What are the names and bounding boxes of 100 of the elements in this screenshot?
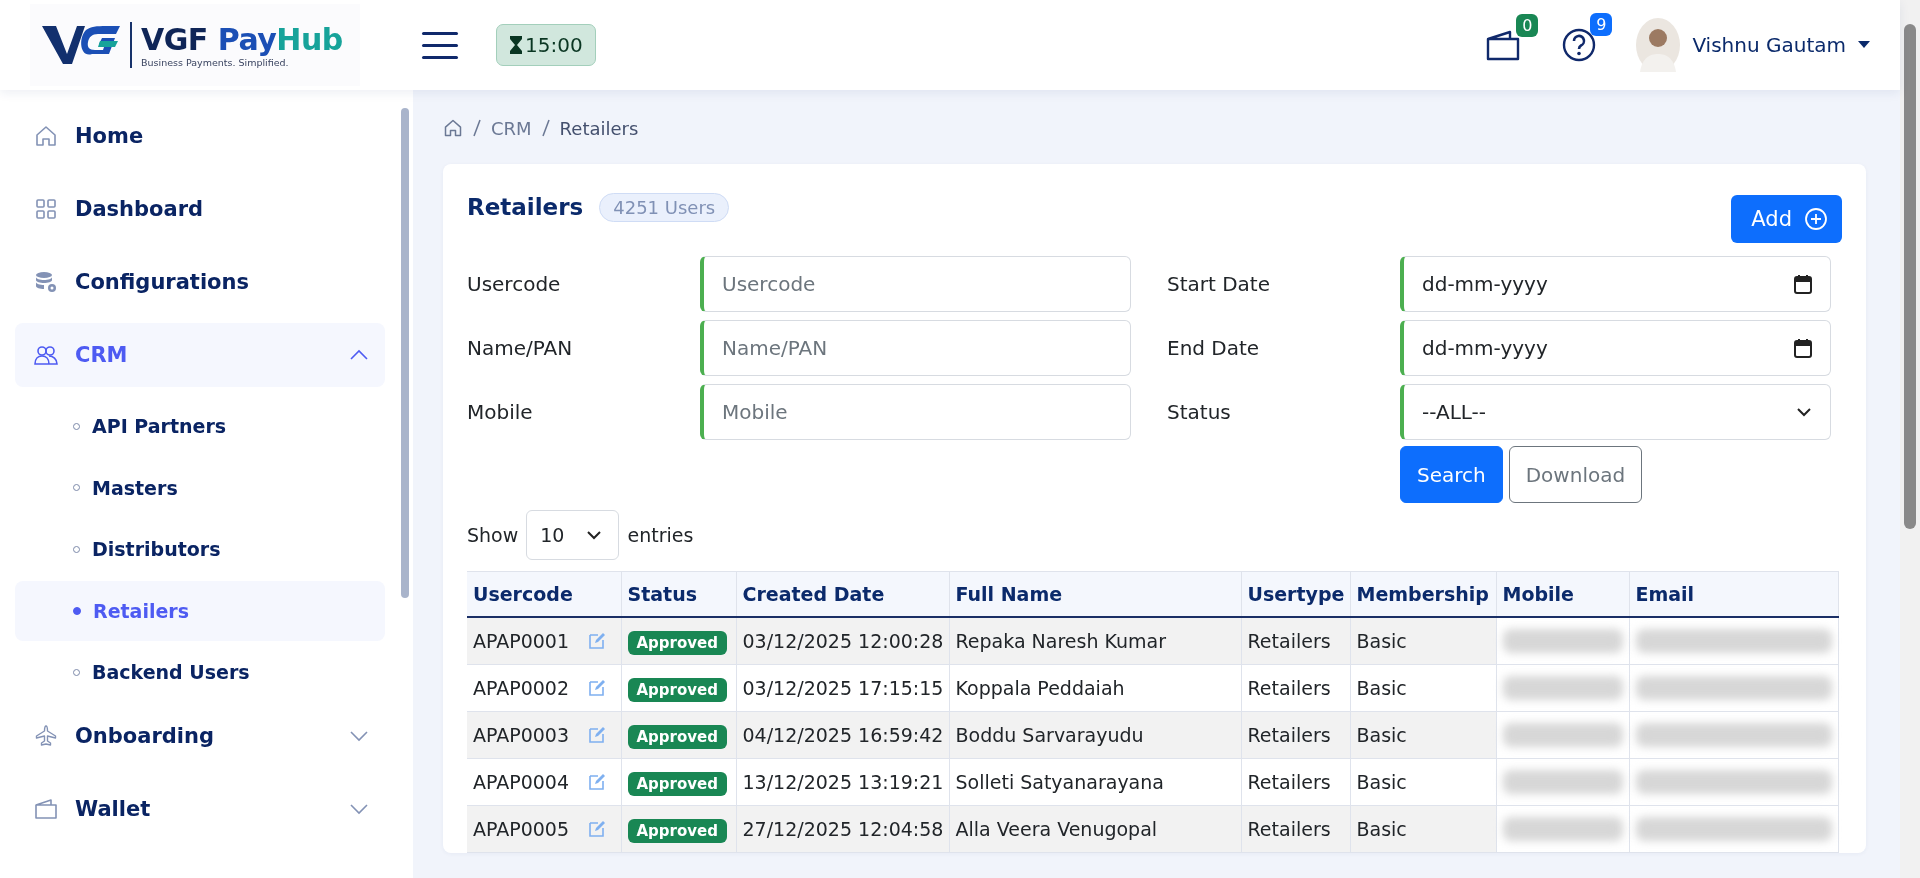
- breadcrumb-link[interactable]: CRM: [491, 117, 532, 139]
- table-cell: 04/12/2025 16:59:42: [736, 711, 949, 759]
- notification-badge: 9: [1590, 13, 1613, 36]
- table-cell: 13/12/2025 13:19:21: [736, 758, 949, 806]
- date-field[interactable]: dd-mm-yyyy: [1400, 256, 1831, 312]
- scrollbar[interactable]: [1900, 0, 1920, 878]
- sidebar-item[interactable]: Onboarding: [15, 703, 385, 768]
- caret-icon: [1858, 41, 1870, 49]
- column-header[interactable]: Membership: [1350, 571, 1496, 617]
- help-icon[interactable]: [1562, 28, 1597, 62]
- table-cell: Retailers: [1241, 805, 1350, 853]
- table-cell: Solleti Satyanarayana: [949, 758, 1241, 806]
- breadcrumb-current: Retailers: [559, 117, 639, 139]
- entries-label: entries: [627, 524, 694, 546]
- table-cell: Koppala Peddaiah: [949, 664, 1241, 712]
- download-button[interactable]: Download: [1508, 446, 1643, 503]
- sidebar-item[interactable]: Configurations: [15, 250, 385, 314]
- search-button[interactable]: Search: [1400, 446, 1503, 503]
- table-cell: 03/12/2025 17:15:15: [736, 664, 949, 712]
- avatar: [1636, 18, 1681, 72]
- input-field[interactable]: Usercode: [700, 256, 1131, 312]
- sidebar-item[interactable]: Home: [15, 104, 385, 168]
- edit-icon[interactable]: [586, 725, 607, 745]
- submenu-item[interactable]: Masters: [15, 457, 385, 518]
- edit-icon[interactable]: [586, 631, 607, 651]
- column-header[interactable]: Usercode: [467, 571, 621, 617]
- edit-icon[interactable]: [586, 819, 607, 839]
- page-size-select[interactable]: 10: [526, 510, 620, 560]
- wallet-icon: [34, 796, 58, 821]
- table-cell: Boddu Sarvarayudu: [949, 711, 1241, 759]
- table-cell: Basic: [1350, 758, 1496, 806]
- edit-icon[interactable]: [586, 678, 607, 698]
- calendar-icon: [1794, 274, 1812, 294]
- table-cell: Retailers: [1241, 617, 1350, 665]
- column-header[interactable]: Usertype: [1241, 571, 1350, 617]
- column-header[interactable]: Created Date: [736, 571, 949, 617]
- field-label: Mobile: [467, 400, 534, 424]
- submenu-item[interactable]: Backend Users: [15, 642, 385, 702]
- table-cell: Retailers: [1241, 664, 1350, 712]
- notification-badge: 0: [1516, 14, 1539, 37]
- table-cell: APAP0002: [473, 677, 570, 699]
- table-cell: APAP0001: [473, 630, 570, 652]
- input-field[interactable]: Mobile: [700, 384, 1131, 440]
- plus-circle-icon: [1804, 207, 1828, 231]
- people-icon: [34, 343, 58, 367]
- table-cell: APAP0004: [473, 771, 570, 793]
- status-badge: Approved: [627, 678, 727, 702]
- column-header[interactable]: Mobile: [1496, 571, 1629, 617]
- sidebar-item[interactable]: CRM: [15, 323, 385, 387]
- sidebar-item[interactable]: Dashboard: [15, 177, 385, 241]
- home-icon[interactable]: [443, 118, 463, 138]
- submenu-item[interactable]: Distributors: [15, 519, 385, 579]
- table-cell: APAP0003: [473, 724, 570, 746]
- field-label: Name/PAN: [467, 336, 574, 360]
- edit-icon[interactable]: [586, 772, 607, 792]
- table-cell: Basic: [1350, 805, 1496, 853]
- bullet-icon: [73, 606, 81, 615]
- table-cell: 03/12/2025 12:00:28: [736, 617, 949, 665]
- slash-icon: [473, 119, 481, 137]
- logo-mark-icon: [42, 24, 120, 66]
- input-field[interactable]: Name/PAN: [700, 320, 1131, 376]
- field-label: Start Date: [1167, 272, 1272, 296]
- submenu-item[interactable]: API Partners: [15, 396, 385, 456]
- table-cell: Retailers: [1241, 711, 1350, 759]
- slash-icon: [541, 119, 550, 137]
- field-label: End Date: [1167, 336, 1261, 360]
- column-header[interactable]: Full Name: [949, 571, 1241, 617]
- add-button[interactable]: Add: [1731, 195, 1842, 243]
- scrollbar-thumb[interactable]: [1904, 24, 1916, 529]
- submenu-item[interactable]: Retailers: [15, 580, 385, 641]
- scrollbar-thumb[interactable]: [401, 108, 409, 598]
- table-cell: Basic: [1350, 664, 1496, 712]
- table-cell: Basic: [1350, 617, 1496, 665]
- sidebar-item[interactable]: Wallet: [15, 776, 385, 841]
- column-header[interactable]: Email: [1629, 571, 1838, 617]
- select-field[interactable]: --ALL--: [1400, 384, 1831, 440]
- table-cell: Basic: [1350, 711, 1496, 759]
- table-cell: Alla Veera Venugopal: [949, 805, 1241, 853]
- column-header[interactable]: Status: [621, 571, 736, 617]
- calendar-icon: [1794, 338, 1812, 358]
- hourglass-icon: [509, 35, 523, 55]
- table-cell: 27/12/2025 12:04:58: [736, 805, 949, 853]
- status-badge: Approved: [627, 631, 727, 655]
- table-cell: Repaka Naresh Kumar: [949, 617, 1241, 665]
- date-field[interactable]: dd-mm-yyyy: [1400, 320, 1831, 376]
- home-icon: [34, 124, 58, 148]
- field-label: Status: [1167, 400, 1232, 424]
- grid-icon: [34, 197, 58, 221]
- status-badge: Approved: [627, 772, 727, 796]
- chevron-down-icon: [586, 530, 603, 540]
- session-timer: 15:00: [496, 24, 596, 66]
- user-menu[interactable]: Vishnu Gautam: [1636, 18, 1870, 72]
- chevron-down-icon: [1796, 407, 1812, 417]
- table-cell: APAP0005: [473, 818, 570, 840]
- field-label: Usercode: [467, 272, 562, 296]
- entries-label: Show: [467, 524, 519, 546]
- table-cell: Retailers: [1241, 758, 1350, 806]
- count-badge: 4251 Users: [599, 192, 730, 222]
- status-badge: Approved: [627, 819, 727, 843]
- status-badge: Approved: [627, 725, 727, 749]
